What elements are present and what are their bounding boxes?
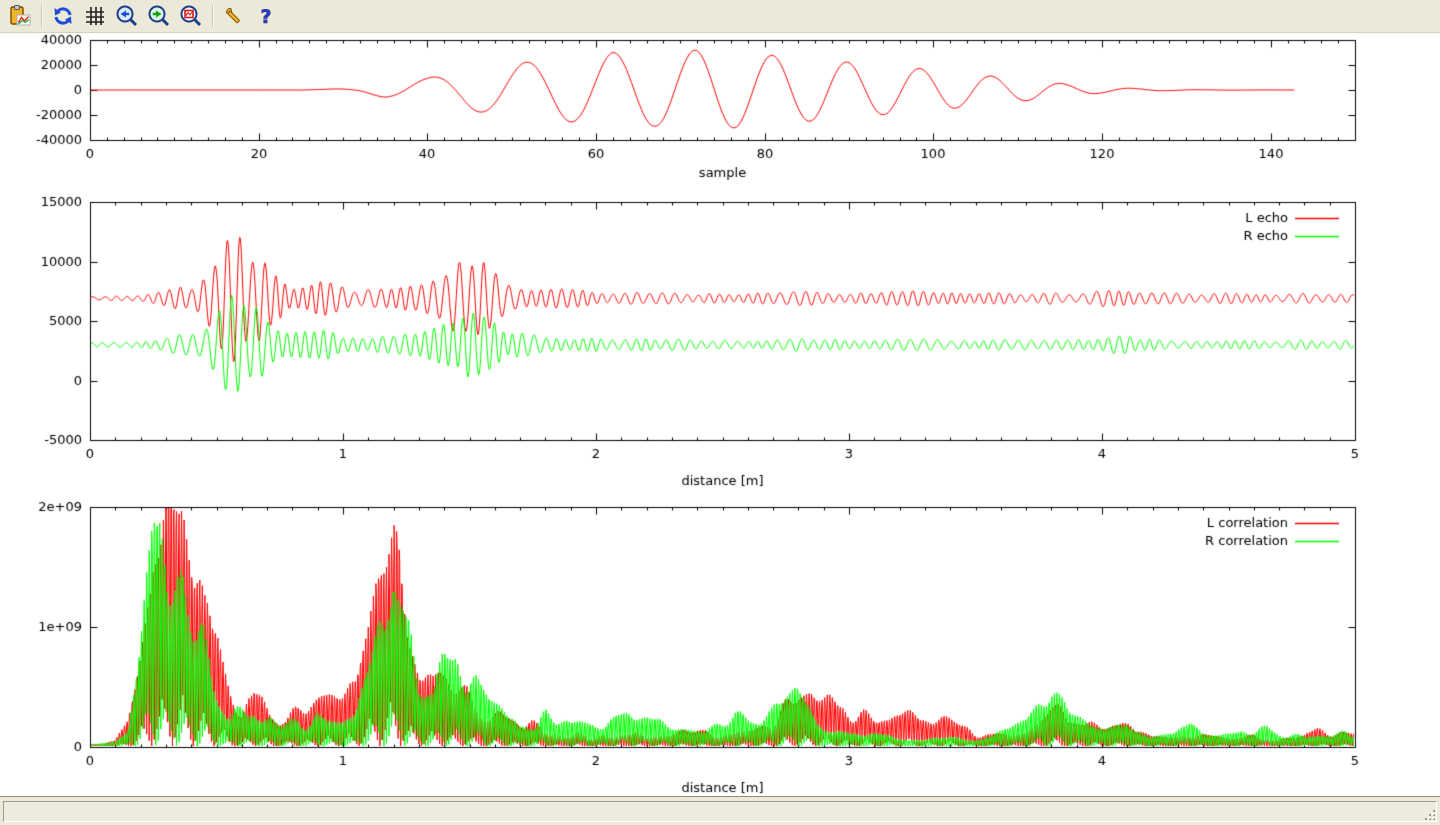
gnuplot-window: ? — [0, 0, 1440, 825]
replot-button[interactable] — [49, 2, 77, 30]
svg-text:?: ? — [260, 6, 271, 28]
zoom-rectangle-icon — [179, 4, 203, 28]
configure-button[interactable] — [220, 2, 248, 30]
resize-grip-icon[interactable] — [1423, 808, 1436, 821]
grid-icon — [83, 4, 107, 28]
status-message — [3, 801, 1437, 822]
zoom-rectangle-button[interactable] — [177, 2, 205, 30]
zoom-previous-icon — [115, 4, 139, 28]
zoom-next-button[interactable] — [145, 2, 173, 30]
plot-canvas[interactable] — [0, 0, 1440, 825]
zoom-next-icon — [147, 4, 171, 28]
toolbar: ? — [0, 0, 1440, 33]
zoom-previous-button[interactable] — [113, 2, 141, 30]
copy-plot-to-clipboard-button[interactable] — [6, 2, 34, 30]
toolbar-separator — [41, 5, 42, 27]
configure-icon — [222, 4, 246, 28]
copy-plot-to-clipboard-icon — [8, 4, 32, 28]
toggle-grid-button[interactable] — [81, 2, 109, 30]
replot-icon — [51, 4, 75, 28]
status-bar — [0, 796, 1440, 825]
help-icon: ? — [254, 4, 278, 28]
toolbar-separator — [212, 5, 213, 27]
help-button[interactable]: ? — [252, 2, 280, 30]
